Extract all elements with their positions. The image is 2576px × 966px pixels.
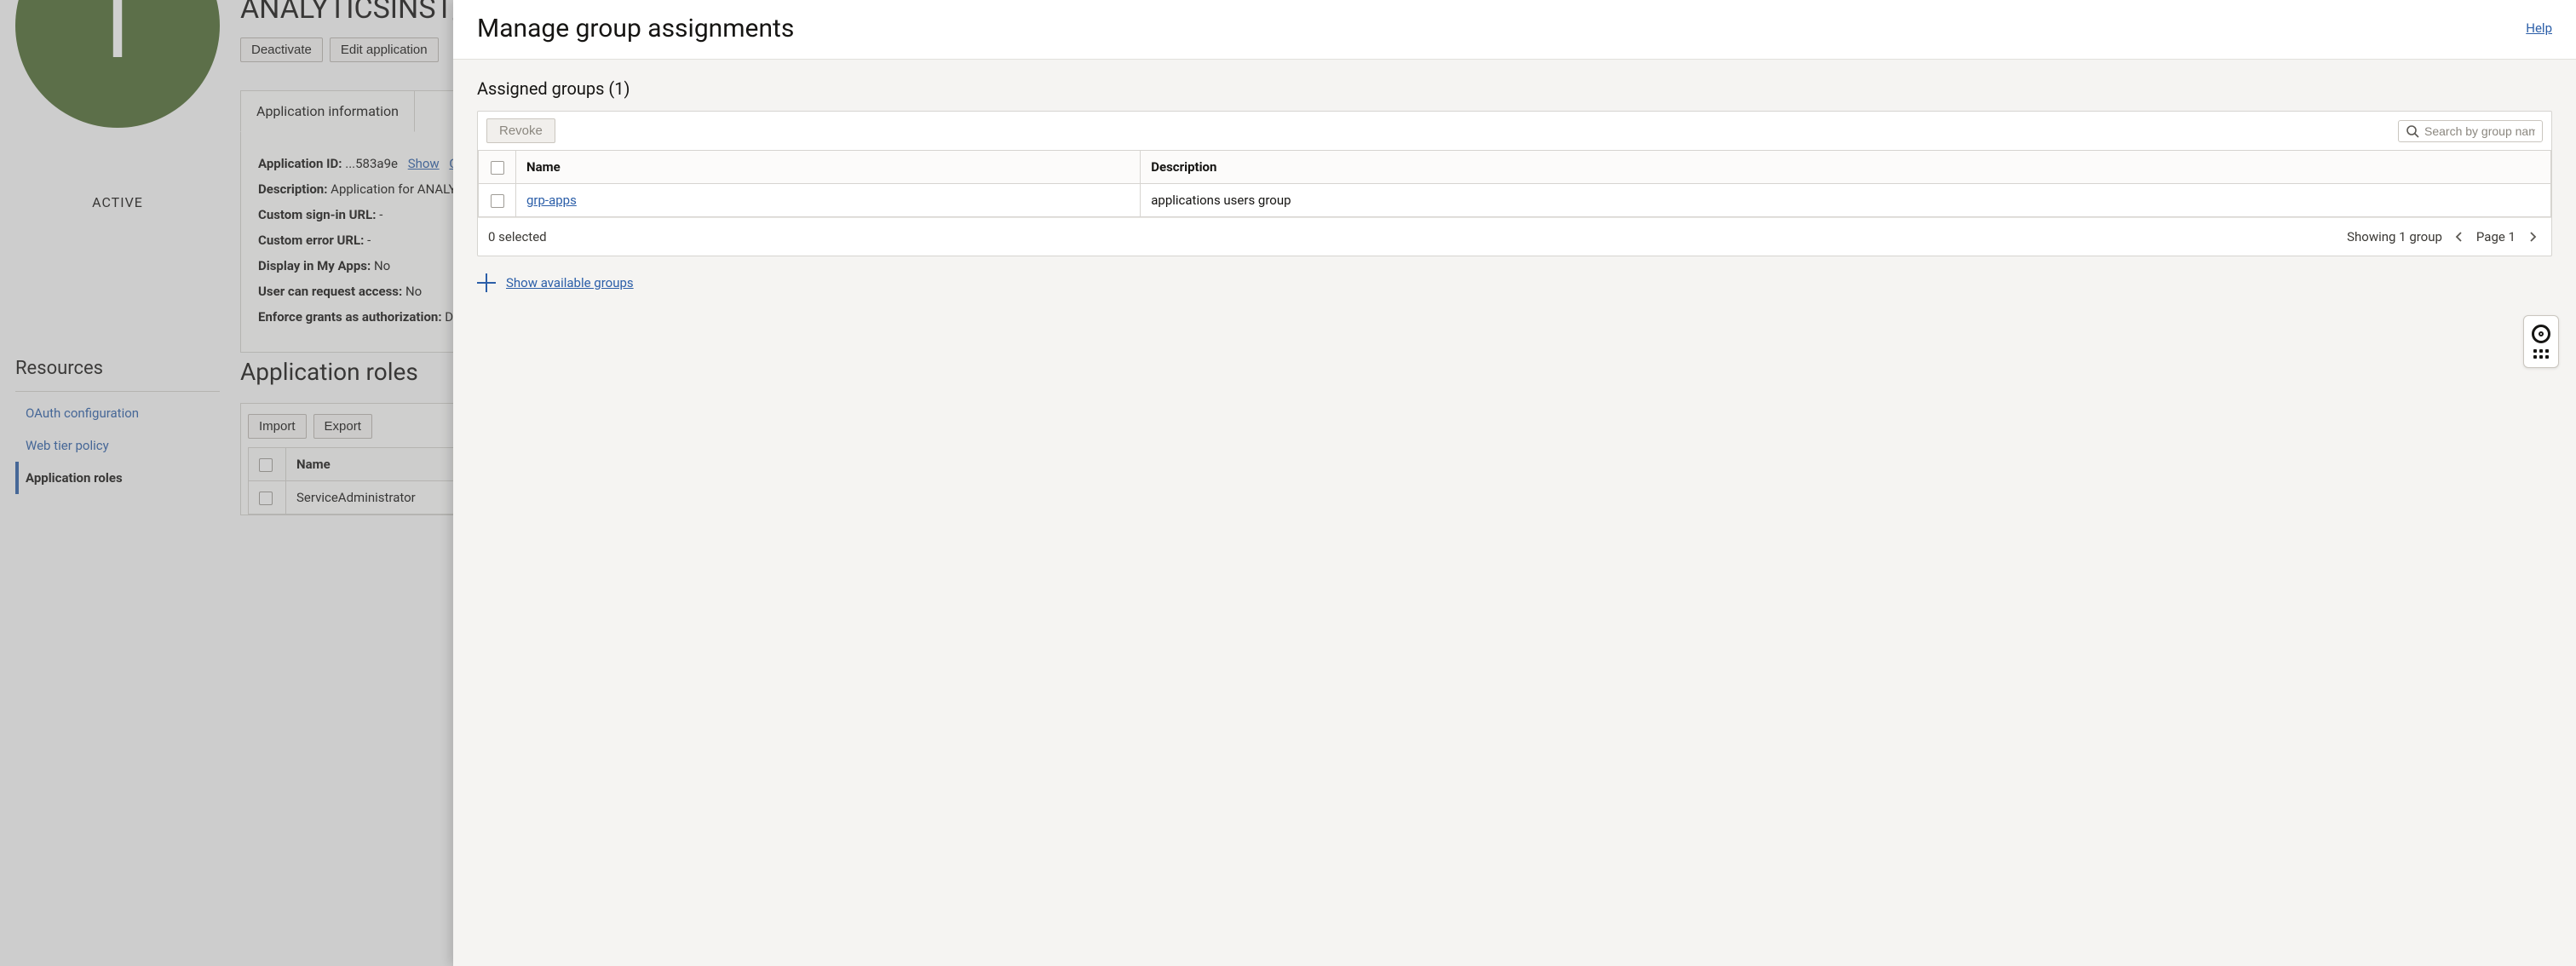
value-signin-url: - — [379, 207, 382, 222]
edit-application-button[interactable]: Edit application — [330, 37, 439, 62]
show-link[interactable]: Show — [408, 156, 440, 171]
select-all-roles-checkbox[interactable] — [259, 458, 273, 472]
label-error-url: Custom error URL: — [258, 233, 364, 248]
sidebar-item-app-roles[interactable]: Application roles — [15, 462, 220, 494]
import-button[interactable]: Import — [248, 414, 307, 439]
export-button[interactable]: Export — [313, 414, 372, 439]
value-request-access: No — [405, 284, 422, 299]
divider — [15, 391, 220, 392]
manage-group-assignments-drawer: Manage group assignments Help Assigned g… — [453, 0, 2576, 966]
avatar-letter: I — [105, 0, 130, 72]
support-widget[interactable] — [2523, 315, 2559, 368]
resources-nav: Resources OAuth configuration Web tier p… — [15, 358, 220, 494]
selected-count: 0 selected — [488, 229, 547, 244]
label-app-id: Application ID: — [258, 156, 342, 171]
label-signin-url: Custom sign-in URL: — [258, 207, 377, 222]
value-app-id: ...583a9e — [345, 156, 398, 171]
sidebar-item-webtier[interactable]: Web tier policy — [15, 429, 220, 462]
label-enforce-grants: Enforce grants as authorization: — [258, 309, 442, 325]
search-input[interactable] — [2424, 124, 2535, 138]
value-error-url: - — [367, 233, 371, 248]
app-status-badge: ACTIVE — [15, 194, 220, 210]
column-group-name: Name — [516, 151, 1141, 184]
role-row-checkbox[interactable] — [259, 492, 273, 505]
label-description: Description: — [258, 181, 327, 197]
group-description-cell: applications users group — [1141, 184, 2551, 217]
column-group-description: Description — [1141, 151, 2551, 184]
assigned-groups-heading: Assigned groups (1) — [477, 78, 2552, 99]
next-page-button[interactable] — [2524, 228, 2541, 245]
search-input-wrap[interactable] — [2398, 120, 2543, 142]
prev-page-button[interactable] — [2451, 228, 2468, 245]
group-row-checkbox[interactable] — [491, 194, 504, 208]
page-indicator: Page 1 — [2476, 229, 2516, 244]
lifebuoy-icon — [2532, 325, 2550, 343]
label-request-access: User can request access: — [258, 284, 402, 299]
help-link[interactable]: Help — [2526, 20, 2552, 36]
grid-icon — [2533, 349, 2549, 359]
resources-heading: Resources — [15, 358, 220, 379]
showing-count: Showing 1 group — [2347, 229, 2442, 244]
value-display-myapps: No — [374, 258, 390, 273]
sidebar-item-oauth[interactable]: OAuth configuration — [15, 397, 220, 429]
show-available-groups-button[interactable]: Show available groups — [477, 273, 2552, 292]
select-all-groups-checkbox[interactable] — [491, 161, 504, 175]
drawer-title: Manage group assignments — [477, 14, 794, 43]
assigned-groups-table: Name Description grp-apps applications u… — [478, 150, 2551, 217]
search-icon — [2406, 124, 2419, 138]
chevron-right-icon — [2527, 231, 2539, 243]
chevron-left-icon — [2453, 231, 2465, 243]
assigned-groups-card: Revoke Name Description — [477, 111, 2552, 256]
show-available-label: Show available groups — [506, 275, 634, 290]
label-display-myapps: Display in My Apps: — [258, 258, 371, 273]
tab-application-info[interactable]: Application information — [240, 90, 415, 132]
deactivate-button[interactable]: Deactivate — [240, 37, 323, 62]
plus-icon — [477, 273, 496, 292]
revoke-button[interactable]: Revoke — [486, 118, 555, 143]
group-name-link[interactable]: grp-apps — [526, 193, 577, 208]
table-row[interactable]: grp-apps applications users group — [479, 184, 2551, 217]
